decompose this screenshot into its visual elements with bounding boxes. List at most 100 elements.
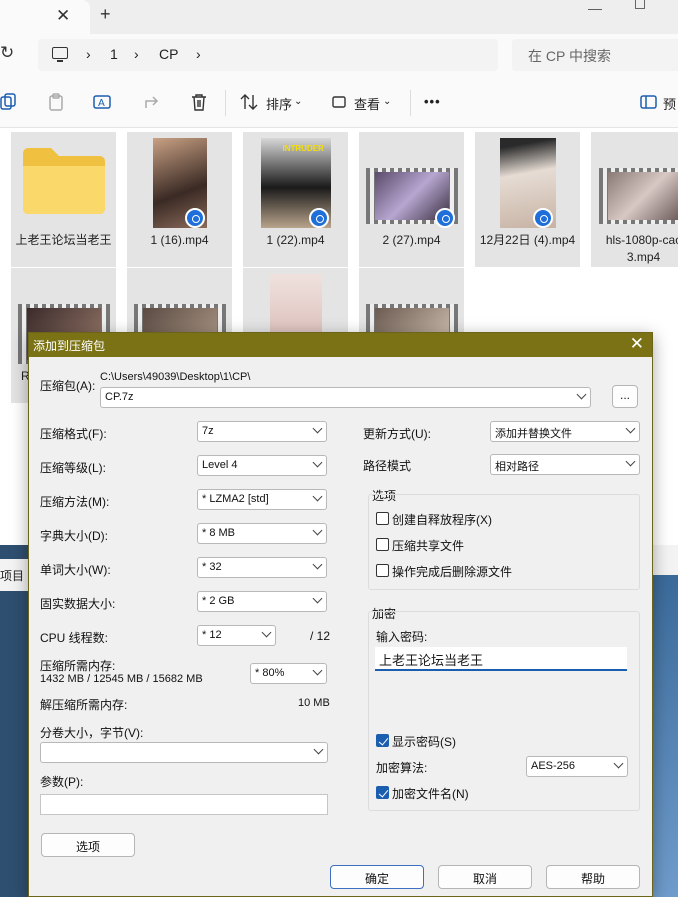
- video-item[interactable]: INTRUDER 1 (22).mp4: [243, 132, 348, 267]
- chevron-right-icon[interactable]: ›: [134, 46, 139, 62]
- shared-files-checkbox[interactable]: [376, 538, 389, 551]
- password-label: 输入密码:: [376, 630, 428, 644]
- method-value: * LZMA2 [std]: [202, 493, 269, 505]
- desktop-strip-left: 项目: [0, 545, 28, 897]
- sfx-label[interactable]: 创建自释放程序(X): [392, 511, 492, 528]
- desktop-strip-right: [653, 545, 678, 897]
- preview-button[interactable]: 预: [663, 94, 676, 113]
- method-label: 压缩方法(M):: [40, 495, 110, 509]
- word-label: 单词大小(W):: [40, 563, 111, 577]
- solid-select[interactable]: * 2 GB: [197, 591, 327, 612]
- solid-value: * 2 GB: [202, 595, 235, 607]
- dict-select[interactable]: * 8 MB: [197, 523, 327, 544]
- video-player-icon: [533, 208, 553, 228]
- chevron-right-icon[interactable]: ›: [86, 46, 91, 62]
- divider: [410, 90, 411, 116]
- options-button[interactable]: 选项: [41, 833, 135, 857]
- path-mode-select[interactable]: 相对路径: [490, 454, 640, 475]
- chevron-down-icon: ⌄: [294, 96, 303, 107]
- params-input[interactable]: [40, 794, 328, 815]
- video-item[interactable]: 2 (27).mp4: [359, 132, 464, 267]
- chevron-down-icon: [312, 525, 323, 536]
- thumbnail-text: INTRUDER: [282, 144, 324, 153]
- refresh-icon[interactable]: ↻: [0, 43, 14, 63]
- share-icon[interactable]: [143, 93, 161, 111]
- paste-icon[interactable]: [47, 93, 65, 111]
- explorer-tab[interactable]: ✕: [0, 0, 90, 34]
- delete-files-label[interactable]: 操作完成后删除源文件: [392, 563, 512, 580]
- video-player-icon: [309, 208, 329, 228]
- minimize-icon[interactable]: —: [588, 0, 602, 16]
- cancel-button[interactable]: 取消: [438, 865, 532, 889]
- address-bar: ↻ › 1 › CP › 在 CP 中搜索: [0, 34, 678, 78]
- show-password-checkbox[interactable]: [376, 734, 389, 747]
- rename-icon[interactable]: A: [93, 93, 111, 111]
- encryption-method-label: 加密算法:: [376, 761, 428, 775]
- sfx-checkbox[interactable]: [376, 512, 389, 525]
- word-value: * 32: [202, 561, 222, 573]
- add-to-archive-dialog: 添加到压缩包 ✕ 压缩包(A): C:\Users\49039\Desktop\…: [28, 332, 653, 897]
- decompress-memory-value: 10 MB: [298, 697, 330, 709]
- memory-percent-select[interactable]: * 80%: [250, 663, 327, 684]
- method-select[interactable]: * LZMA2 [std]: [197, 489, 327, 510]
- help-button[interactable]: 帮助: [546, 865, 640, 889]
- chevron-down-icon: [312, 665, 323, 676]
- password-input[interactable]: 上老王论坛当老王: [375, 647, 627, 671]
- encrypt-names-label[interactable]: 加密文件名(N): [392, 785, 469, 802]
- dialog-title-bar: 添加到压缩包 ✕: [29, 333, 652, 357]
- search-input[interactable]: 在 CP 中搜索: [512, 39, 678, 71]
- divider: [225, 90, 226, 116]
- dict-value: * 8 MB: [202, 527, 236, 539]
- command-bar: A 排序 ⌄ 查看 ⌄ ••• 预: [0, 78, 678, 128]
- folder-item[interactable]: 上老王论坛当老王: [11, 132, 116, 267]
- chevron-down-icon: [625, 423, 636, 434]
- format-select[interactable]: 7z: [197, 421, 327, 442]
- maximize-icon[interactable]: [635, 0, 645, 9]
- show-password-label[interactable]: 显示密码(S): [392, 733, 456, 750]
- archive-name-combo[interactable]: CP.7z: [100, 387, 591, 408]
- new-tab-button[interactable]: +: [100, 4, 111, 25]
- cpu-select[interactable]: * 12: [197, 625, 276, 646]
- split-label: 分卷大小，字节(V):: [40, 726, 144, 740]
- video-item[interactable]: hls-1080p-cac 3.mp4: [591, 132, 678, 267]
- chevron-down-icon: [576, 389, 587, 400]
- video-thumbnail: [598, 168, 678, 224]
- encrypt-names-checkbox[interactable]: [376, 786, 389, 799]
- tab-close-icon[interactable]: ✕: [56, 6, 70, 26]
- word-select[interactable]: * 32: [197, 557, 327, 578]
- delete-files-checkbox[interactable]: [376, 564, 389, 577]
- close-icon[interactable]: ✕: [630, 334, 644, 354]
- video-item[interactable]: 12月22日 (4).mp4: [475, 132, 580, 267]
- update-mode-select[interactable]: 添加并替换文件: [490, 421, 640, 442]
- video-item[interactable]: 1 (16).mp4: [127, 132, 232, 267]
- breadcrumb-1[interactable]: 1: [110, 46, 118, 62]
- view-button[interactable]: 查看: [354, 94, 380, 113]
- chevron-down-icon: [313, 744, 324, 755]
- chevron-down-icon: [312, 593, 323, 604]
- delete-icon[interactable]: [190, 93, 208, 111]
- level-select[interactable]: Level 4: [197, 455, 327, 476]
- breadcrumb-cp[interactable]: CP: [159, 46, 178, 62]
- preview-pane-icon[interactable]: [640, 93, 658, 111]
- cpu-value: * 12: [202, 629, 222, 641]
- more-options-button[interactable]: •••: [424, 94, 441, 109]
- browse-button[interactable]: ...: [612, 385, 638, 408]
- sort-button[interactable]: 排序: [266, 94, 292, 113]
- params-label: 参数(P):: [40, 775, 84, 789]
- address-box[interactable]: › 1 › CP ›: [38, 39, 498, 71]
- view-icon[interactable]: [330, 93, 348, 111]
- copy-icon[interactable]: [0, 93, 18, 111]
- split-size-combo[interactable]: [40, 742, 328, 763]
- items-label: 项目: [0, 559, 28, 591]
- shared-files-label[interactable]: 压缩共享文件: [392, 537, 464, 554]
- file-name: 1 (16).mp4: [150, 233, 209, 247]
- chevron-right-icon[interactable]: ›: [196, 46, 201, 62]
- chevron-down-icon: ⌄: [383, 96, 392, 107]
- ok-button[interactable]: 确定: [330, 865, 424, 889]
- update-mode-value: 添加并替换文件: [495, 428, 572, 440]
- encryption-method-select[interactable]: AES-256: [526, 756, 628, 777]
- folder-icon: [22, 148, 105, 214]
- level-label: 压缩等级(L):: [40, 461, 107, 475]
- file-name: hls-1080p-cac 3.mp4: [605, 233, 678, 264]
- sort-icon[interactable]: [240, 93, 258, 111]
